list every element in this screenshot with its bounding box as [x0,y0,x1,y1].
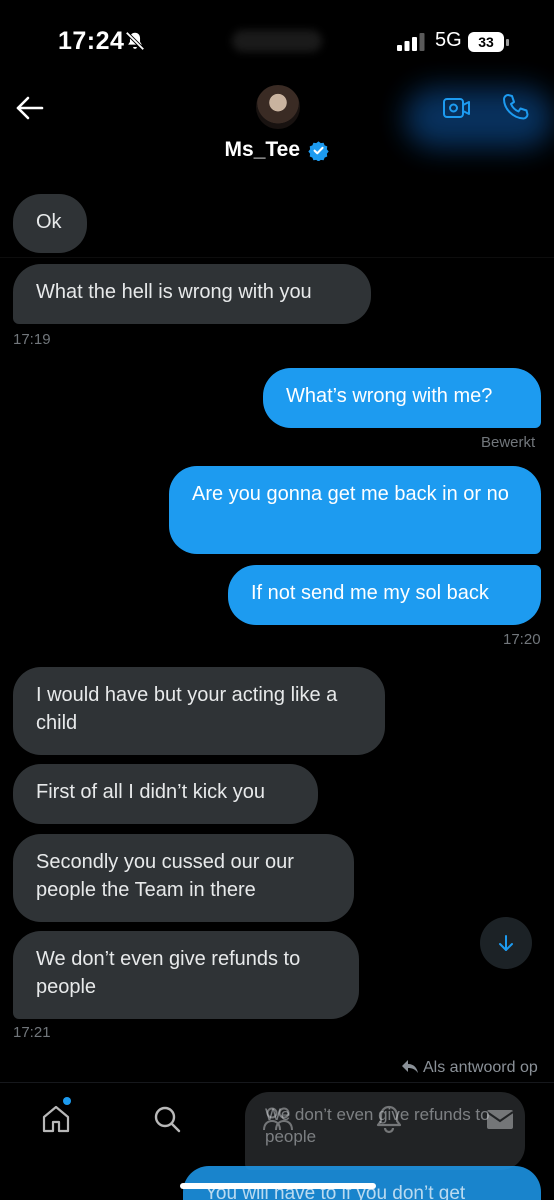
message-timestamp: 17:19 [13,331,51,348]
message-timestamp: 17:20 [503,631,541,648]
message-bubble[interactable]: Are you gonna get me back in or no [169,466,541,554]
home-icon[interactable] [40,1103,72,1135]
message-bubble[interactable]: I would have but your acting like a chil… [13,667,385,755]
phone-icon[interactable] [500,92,530,122]
notch-area [232,30,322,52]
video-call-icon[interactable] [442,94,472,122]
header-divider [0,257,554,258]
quoted-message-preview: We don’t even give refunds to people [245,1092,525,1170]
message-bubble[interactable]: What the hell is wrong with you [13,264,371,324]
battery-icon: 33 [468,32,510,52]
bell-off-icon [125,31,145,51]
status-bar: 17:24 5G 33 [0,0,554,80]
message-bubble[interactable]: Secondly you cussed our our people the T… [13,834,354,922]
edited-label: Bewerkt [481,434,536,451]
search-icon[interactable] [151,1103,183,1135]
network-type: 5G [435,29,462,51]
reply-hint: Als antwoord op [401,1059,538,1077]
message-timestamp: 17:21 [13,1024,51,1041]
contact-avatar[interactable] [256,85,300,129]
signal-icon [397,33,425,51]
message-bubble[interactable]: First of all I didn’t kick you [13,764,318,824]
scroll-to-bottom-button[interactable] [480,917,532,969]
scroll-down-arrow-icon [499,935,513,951]
contact-name: Ms_Tee [224,138,301,161]
message-bubble[interactable]: What’s wrong with me? [263,368,541,428]
message-bubble[interactable]: We don’t even give refunds to people [13,931,359,1019]
reply-arrow-icon [402,1060,418,1073]
battery-cap [506,39,509,46]
home-indicator [180,1183,376,1189]
message-bubble[interactable]: Ok [13,194,87,253]
verified-badge-icon [308,140,330,161]
status-time: 17:24 [58,27,125,55]
message-bubble[interactable]: If not send me my sol back [228,565,541,625]
reply-hint-label: Als antwoord op [423,1059,538,1076]
chat-header: Ms_Tee [0,80,554,258]
home-notification-dot [63,1097,71,1105]
battery-level: 33 [468,32,504,52]
call-actions-glow [405,88,553,148]
back-arrow-icon[interactable] [10,90,50,126]
